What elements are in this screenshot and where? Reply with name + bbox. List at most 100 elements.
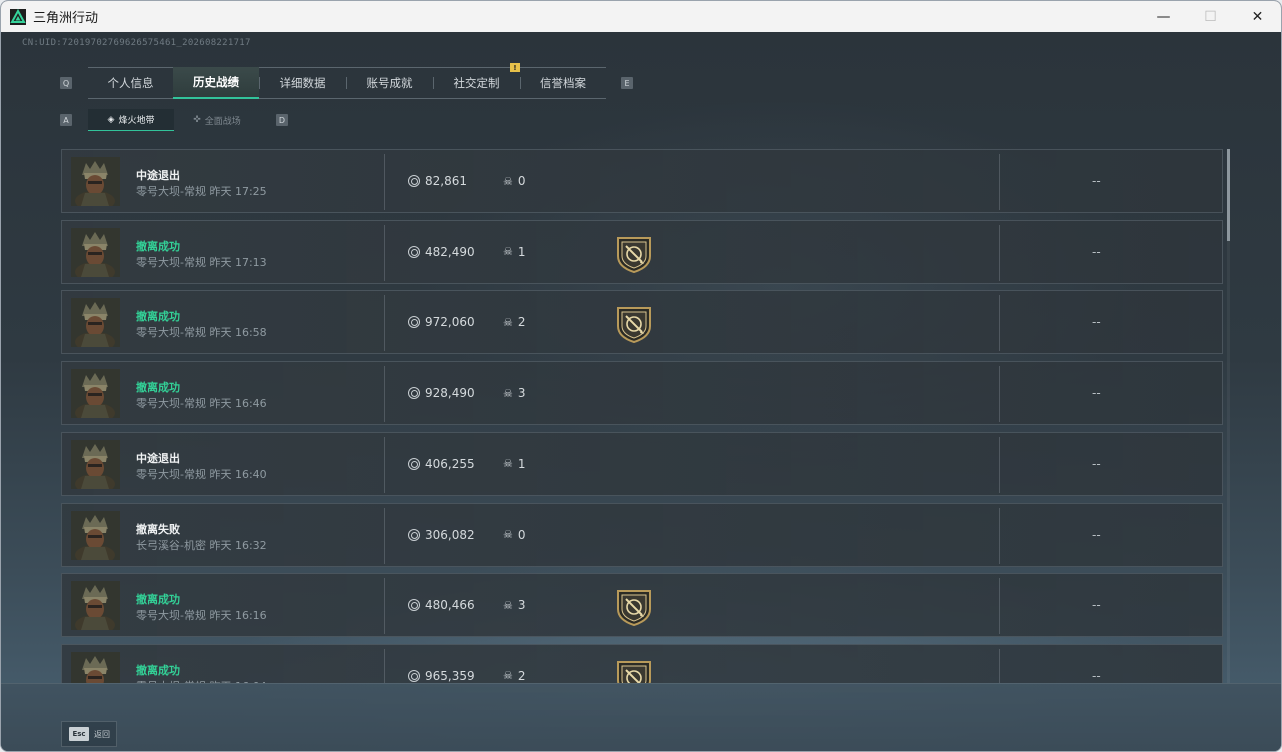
subtab-warfare[interactable]: ✜ 全面战场	[174, 109, 260, 131]
app-window: 三角洲行动 — ☐ ✕ CN:UID:720197027696265754​61…	[0, 0, 1282, 752]
shield-badge-icon	[614, 234, 654, 274]
match-kills: ☠ 2	[503, 669, 526, 683]
match-result: 中途退出	[136, 169, 180, 182]
operator-avatar	[71, 510, 120, 560]
tab-label: 历史战绩	[193, 75, 239, 89]
tab-label: 信誉档案	[540, 76, 586, 90]
match-value: 965,359	[408, 669, 475, 683]
coin-icon	[408, 245, 420, 258]
tab-social-custom[interactable]: 社交定制!	[433, 63, 520, 98]
shield-badge-icon	[614, 658, 654, 683]
coin-icon	[408, 599, 420, 612]
coin-icon	[408, 528, 420, 541]
match-row[interactable]: 中途退出 零号大坝-常规 昨天 16:40 406,255 ☠ 1 --	[61, 431, 1223, 496]
tab-achievements[interactable]: 账号成就	[346, 68, 433, 98]
notice-badge: !	[510, 63, 520, 72]
operator-avatar	[71, 369, 120, 419]
skull-icon: ☠	[503, 669, 513, 683]
row-divider	[999, 224, 1000, 281]
match-row[interactable]: 撤离成功 零号大坝-常规 昨天 16:46 928,490 ☠ 3 --	[61, 361, 1223, 426]
match-map-time: 零号大坝-常规 昨天 16:58	[136, 326, 267, 340]
match-rating: --	[1092, 527, 1101, 542]
match-row[interactable]: 撤离失败 长弓溪谷-机密 昨天 16:32 306,082 ☠ 0 --	[61, 502, 1223, 567]
tab-next-key[interactable]: E	[621, 77, 633, 89]
back-button[interactable]: Esc 返回	[61, 721, 117, 747]
skull-icon: ☠	[503, 528, 513, 541]
operator-avatar	[71, 439, 120, 489]
match-row[interactable]: 撤离成功 零号大坝-常规 昨天 16:58 972,060 ☠ 2 --	[61, 290, 1223, 355]
kills-text: 1	[517, 456, 526, 471]
value-text: 306,082	[425, 527, 475, 542]
match-result: 撤离成功	[136, 663, 180, 677]
skull-icon: ☠	[503, 386, 513, 400]
match-value: 306,082	[408, 528, 475, 542]
tab-personal-info[interactable]: 个人信息	[88, 68, 173, 98]
operator-avatar	[71, 581, 120, 631]
tab-match-history[interactable]: 历史战绩	[173, 67, 259, 99]
list-scrollbar[interactable]	[1227, 149, 1230, 683]
match-rating: --	[1092, 174, 1101, 188]
match-rating: --	[1092, 244, 1101, 259]
subtab-next-key[interactable]: D	[276, 114, 288, 126]
match-rating: --	[1092, 598, 1101, 613]
row-divider	[384, 507, 385, 564]
tab-prev-key[interactable]: Q	[60, 77, 72, 89]
value-text: 406,255	[425, 456, 475, 471]
main-tabs: 个人信息 历史战绩 详细数据 账号成就 社交定制! 信誉档案	[88, 63, 606, 99]
shield-badge-icon	[614, 304, 654, 344]
row-divider	[384, 366, 385, 423]
subtab-operations[interactable]: ◈ 烽火地带	[88, 109, 174, 131]
operator-avatar	[71, 298, 120, 348]
maximize-button[interactable]: ☐	[1187, 1, 1234, 32]
match-rating: --	[1092, 668, 1101, 683]
match-rating: --	[1092, 315, 1101, 330]
subtab-prev-key[interactable]: A	[60, 114, 72, 126]
match-result: 撤离成功	[136, 239, 180, 253]
match-map-time: 长弓溪谷-机密 昨天 16:32	[136, 538, 267, 552]
row-divider	[384, 295, 385, 352]
title-bar: 三角洲行动 — ☐ ✕	[1, 1, 1281, 32]
match-kills: ☠ 0	[503, 528, 526, 542]
match-map-time: 零号大坝-常规 昨天 17:13	[136, 255, 267, 269]
match-map-time: 零号大坝-常规 昨天 16:16	[136, 609, 267, 623]
game-viewport: CN:UID:720197027696265754​61_20260822171…	[1, 32, 1281, 751]
tab-label: 社交定制	[453, 76, 500, 90]
shield-badge-icon	[614, 587, 654, 627]
tab-label: 账号成就	[366, 76, 413, 90]
match-result: 撤离成功	[136, 310, 180, 324]
subtab-label: 烽火地带	[118, 116, 155, 126]
coin-icon	[408, 316, 420, 329]
row-divider	[999, 154, 1000, 210]
value-text: 82,861	[425, 174, 467, 188]
scrollbar-thumb[interactable]	[1227, 149, 1230, 241]
back-label: 返回	[94, 729, 110, 739]
minimize-button[interactable]: —	[1140, 1, 1187, 32]
value-text: 480,466	[425, 598, 475, 613]
flame-icon: ◈	[107, 114, 115, 125]
match-result: 撤离成功	[136, 593, 180, 607]
match-row[interactable]: 撤离成功 零号大坝-常规 昨天 17:13 482,490 ☠ 1 --	[61, 219, 1223, 284]
skull-icon: ☠	[503, 315, 513, 329]
match-map-time: 零号大坝-常规 昨天 16:46	[136, 397, 267, 411]
match-kills: ☠ 1	[503, 457, 526, 471]
match-row[interactable]: 撤离成功 零号大坝-常规 昨天 16:04 965,359 ☠ 2 --	[61, 643, 1223, 683]
tab-label: 详细数据	[279, 76, 326, 90]
match-history-list: 中途退出 零号大坝-常规 昨天 17:25 82,861 ☠ 0 -- 撤离成功…	[61, 149, 1225, 683]
row-divider	[999, 366, 1000, 423]
match-kills: ☠ 1	[503, 245, 526, 259]
match-rating: --	[1092, 386, 1101, 401]
row-divider	[999, 436, 1000, 493]
skull-icon: ☠	[503, 457, 513, 471]
tab-detailed-stats[interactable]: 详细数据	[259, 68, 346, 98]
row-divider	[384, 436, 385, 493]
skull-icon: ☠	[503, 174, 513, 188]
match-row[interactable]: 中途退出 零号大坝-常规 昨天 17:25 82,861 ☠ 0 --	[61, 149, 1223, 213]
coin-icon	[408, 175, 420, 187]
match-result: 中途退出	[136, 451, 180, 465]
row-divider	[384, 648, 385, 683]
tab-reputation[interactable]: 信誉档案	[520, 68, 606, 98]
operator-avatar	[71, 157, 120, 206]
close-button[interactable]: ✕	[1234, 1, 1281, 32]
row-divider	[999, 507, 1000, 564]
match-row[interactable]: 撤离成功 零号大坝-常规 昨天 16:16 480,466 ☠ 3 --	[61, 573, 1223, 638]
